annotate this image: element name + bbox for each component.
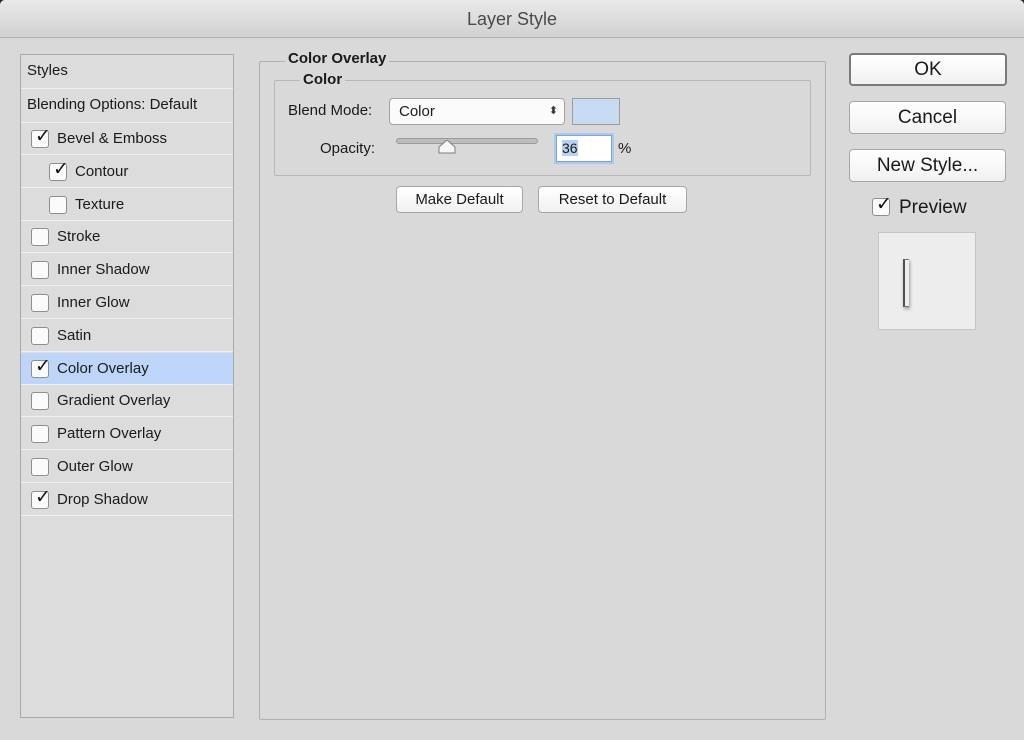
checkmark-icon: ✓ [35, 354, 51, 377]
style-item-checkbox[interactable] [31, 261, 49, 280]
opacity-slider-track[interactable] [396, 138, 538, 144]
layer-style-dialog: Layer Style Styles Blending Options: Def… [0, 0, 1024, 740]
styles-list: Styles Blending Options: Default ✓ Bevel … [20, 54, 234, 718]
style-item-contour[interactable]: ✓ Contour [21, 156, 233, 188]
style-item-label: Satin [57, 326, 92, 344]
style-item-label: Texture [75, 195, 125, 213]
style-item-inner-shadow[interactable]: Inner Shadow [21, 254, 233, 287]
blend-mode-value: Color [399, 103, 435, 120]
style-item-checkbox[interactable] [31, 294, 49, 312]
style-item-label: Stroke [57, 228, 101, 246]
opacity-label: Opacity: [320, 140, 376, 157]
style-item-label: Color Overlay [57, 359, 149, 377]
opacity-slider-thumb[interactable] [438, 140, 456, 154]
window-title: Layer Style [466, 9, 558, 29]
style-item-label: Drop Shadow [57, 490, 148, 508]
style-item-inner-glow[interactable]: Inner Glow [21, 287, 233, 319]
style-item-label: Inner Shadow [57, 261, 150, 279]
cancel-button[interactable]: Cancel [849, 101, 1006, 134]
blend-mode-select[interactable]: Color ⬍ [389, 98, 565, 125]
preview-glyph [903, 259, 909, 307]
opacity-unit: % [618, 140, 632, 157]
ok-button[interactable]: OK [849, 53, 1007, 86]
preview-thumbnail [878, 232, 976, 330]
style-item-label: Contour [75, 162, 129, 180]
group-title: Color [300, 71, 346, 88]
style-item-pattern-overlay[interactable]: Pattern Overlay [21, 418, 233, 451]
style-item-checkbox[interactable]: ✓ [31, 355, 51, 378]
title-bar[interactable]: Layer Style [0, 0, 1024, 38]
preview-toggle[interactable]: ✓ Preview [872, 193, 992, 220]
checkmark-icon: ✓ [35, 485, 51, 508]
style-item-checkbox[interactable] [31, 392, 49, 411]
opacity-value: 36 [562, 140, 578, 156]
style-item-color-overlay[interactable]: ✓ Color Overlay [21, 352, 233, 385]
style-item-checkbox[interactable] [49, 195, 67, 214]
styles-header[interactable]: Styles [21, 55, 233, 89]
style-item-outer-glow[interactable]: Outer Glow [21, 451, 233, 483]
blending-options-label: Blending Options: Default [27, 96, 198, 113]
style-item-gradient-overlay[interactable]: Gradient Overlay [21, 385, 233, 418]
checkmark-icon: ✓ [53, 157, 69, 180]
checkmark-icon: ✓ [35, 125, 51, 147]
make-default-button[interactable]: Make Default [396, 186, 523, 213]
new-style-button[interactable]: New Style... [849, 149, 1006, 182]
style-item-stroke[interactable]: Stroke [21, 221, 233, 254]
style-item-label: Pattern Overlay [57, 425, 162, 443]
style-item-label: Gradient Overlay [57, 392, 171, 410]
styles-header-label: Styles [27, 62, 68, 79]
blending-options-row[interactable]: Blending Options: Default [21, 89, 233, 123]
checkmark-icon: ✓ [876, 193, 892, 215]
reset-to-default-button[interactable]: Reset to Default [538, 186, 687, 213]
style-item-label: Bevel & Emboss [57, 130, 168, 147]
preview-checkbox[interactable]: ✓ [872, 193, 892, 216]
color-group [274, 80, 811, 176]
style-item-checkbox[interactable] [31, 326, 49, 345]
style-item-checkbox[interactable] [31, 425, 49, 444]
style-item-drop-shadow[interactable]: ✓ Drop Shadow [21, 484, 233, 516]
style-item-label: Outer Glow [57, 458, 133, 475]
overlay-color-swatch[interactable] [572, 98, 620, 125]
style-item-checkbox[interactable]: ✓ [31, 486, 51, 509]
section-title: Color Overlay [285, 50, 390, 67]
style-item-label: Inner Glow [57, 294, 130, 311]
style-item-checkbox[interactable]: ✓ [49, 158, 69, 181]
opacity-input[interactable]: 36 [556, 135, 612, 162]
style-item-texture[interactable]: Texture [21, 189, 233, 221]
style-item-satin[interactable]: Satin [21, 320, 233, 352]
blend-mode-label: Blend Mode: [288, 102, 373, 119]
style-item-checkbox[interactable]: ✓ [31, 125, 51, 148]
style-item-bevel-emboss[interactable]: ✓ Bevel & Emboss [21, 123, 233, 155]
updown-arrows-icon: ⬍ [548, 105, 558, 117]
style-item-checkbox[interactable] [31, 228, 49, 247]
preview-label: Preview [899, 197, 967, 218]
style-item-checkbox[interactable] [31, 458, 49, 476]
